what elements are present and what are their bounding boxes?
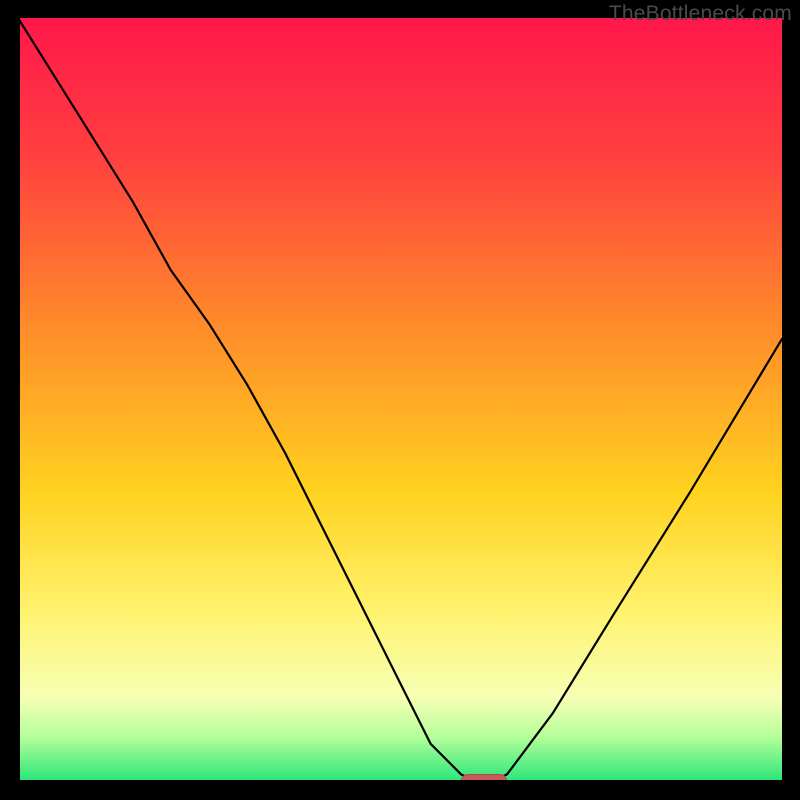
bottleneck-curve [18,18,782,782]
plot-area [18,18,782,782]
optimal-marker [461,774,507,782]
watermark-text: TheBottleneck.com [609,2,792,26]
chart-container: TheBottleneck.com [0,0,800,800]
